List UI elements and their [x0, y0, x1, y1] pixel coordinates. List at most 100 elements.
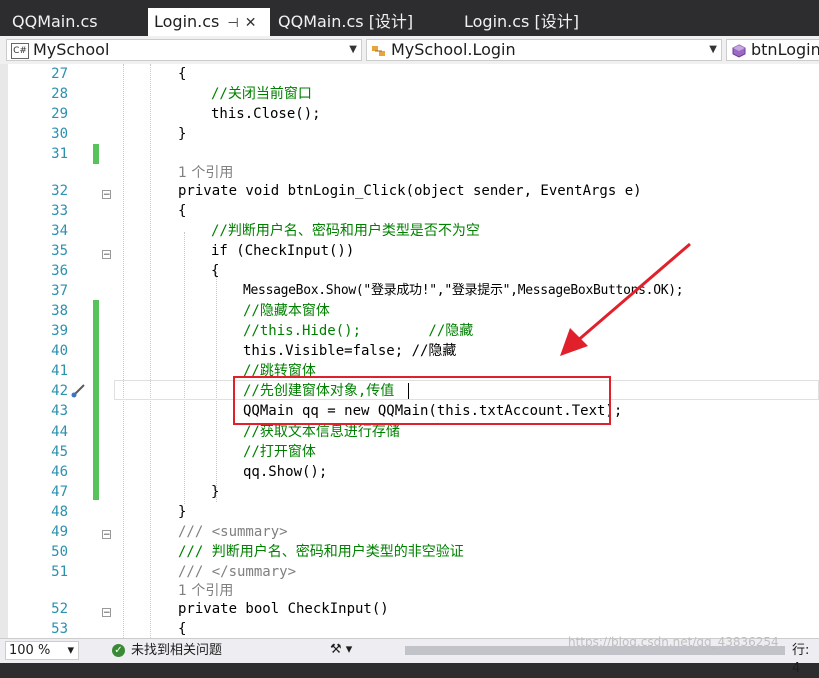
- code-line: 1 个引用: [0, 163, 819, 183]
- document-tab-bar: QQMain.cs Login.cs ⊣ ✕ QQMain.cs [设计] Logi…: [0, 0, 819, 36]
- code-text: }: [178, 504, 187, 520]
- line-number: 29: [51, 106, 68, 122]
- class-dropdown[interactable]: MySchool.Login ▼: [366, 39, 722, 61]
- code-line: 29 this.Close();: [0, 104, 819, 124]
- brush-dropdown-icon[interactable]: ⚒ ▾: [330, 642, 352, 657]
- line-number: 27: [51, 66, 68, 82]
- code-line: 47}: [0, 482, 819, 502]
- line-number: 35: [51, 243, 68, 259]
- code-line: 1 个引用: [0, 581, 819, 601]
- reference-count[interactable]: 1 个引用: [178, 581, 233, 601]
- watermark: https://blog.csdn.net/qq_43836254: [568, 635, 779, 649]
- line-number: 41: [51, 363, 68, 379]
- line-number: 36: [51, 263, 68, 279]
- code-text: private void btnLogin_Click(object sende…: [178, 183, 642, 199]
- code-line: 34 //判断用户名、密码和用户类型是否不为空: [0, 221, 819, 241]
- chevron-down-icon: ▼: [709, 44, 717, 55]
- line-number: 52: [51, 601, 68, 617]
- line-position: 行: 4: [792, 643, 810, 676]
- member-dropdown[interactable]: btnLogin_: [726, 39, 819, 61]
- tab-label: Login.cs: [154, 12, 220, 31]
- code-line: 49 /// <summary>: [0, 522, 819, 542]
- tab-label: Login.cs [设计]: [464, 12, 579, 31]
- line-number: 53: [51, 621, 68, 637]
- code-text: if (CheckInput()): [211, 243, 355, 259]
- xml-doc-comment: /// </summary>: [178, 564, 297, 580]
- zoom-dropdown[interactable]: 100 % ▾: [5, 641, 79, 660]
- line-number: 31: [51, 146, 68, 162]
- line-number: 38: [51, 303, 68, 319]
- tab-label: QQMain.cs: [12, 12, 98, 31]
- zoom-value: 100 %: [9, 643, 51, 658]
- close-icon[interactable]: ✕: [245, 15, 257, 31]
- tab-label: QQMain.cs [设计]: [278, 12, 414, 31]
- code-text: private bool CheckInput(): [178, 601, 389, 617]
- code-comment: //关闭当前窗口: [211, 86, 312, 102]
- issues-status[interactable]: 未找到相关问题: [131, 642, 222, 660]
- code-line: 48}: [0, 502, 819, 522]
- line-number: 45: [51, 444, 68, 460]
- code-line: 27 {: [0, 64, 819, 84]
- code-text: {: [178, 203, 187, 219]
- class-icon: [371, 44, 387, 58]
- xml-doc-comment: /// <summary>: [178, 524, 288, 540]
- chevron-down-icon: ▾: [67, 643, 74, 658]
- csharp-project-icon: C#: [11, 42, 29, 59]
- line-number: 28: [51, 86, 68, 102]
- line-number: 43: [51, 403, 68, 419]
- code-text: this.Visible=false; //隐藏: [243, 343, 457, 359]
- check-circle-icon: ✓: [112, 644, 125, 657]
- line-number: 48: [51, 504, 68, 520]
- line-number: 37: [51, 283, 68, 299]
- code-comment: //判断用户名、密码和用户类型是否不为空: [211, 223, 480, 239]
- code-text: {: [178, 66, 187, 82]
- line-number: 34: [51, 223, 68, 239]
- line-number: 46: [51, 464, 68, 480]
- navigation-bar: C#MySchool ▼ MySchool.Login ▼ btnLogin_: [0, 36, 819, 65]
- line-number: 42: [51, 383, 68, 399]
- code-line: 46 qq.Show();: [0, 462, 819, 482]
- code-line: 52 private bool CheckInput(): [0, 599, 819, 619]
- code-line: 31: [0, 144, 819, 164]
- line-number: 47: [51, 484, 68, 500]
- code-comment: //隐藏本窗体: [243, 303, 330, 319]
- tab-login-cs[interactable]: Login.cs ⊣ ✕: [148, 8, 270, 36]
- chevron-down-icon: ▼: [349, 44, 357, 55]
- line-number: 44: [51, 424, 68, 440]
- member-dropdown-label: btnLogin_: [751, 40, 819, 59]
- line-number: 32: [51, 183, 68, 199]
- code-editor[interactable]: − − − − 27{ 28//关闭当前窗口 29 this.Close(); 3…: [0, 64, 819, 638]
- highlight-box: [233, 376, 611, 425]
- code-line: 28 //关闭当前窗口: [0, 84, 819, 104]
- code-text: }: [211, 484, 220, 500]
- class-dropdown-label: MySchool.Login: [391, 40, 516, 59]
- code-line: 30}: [0, 124, 819, 144]
- tab-login-designer[interactable]: Login.cs [设计]: [458, 8, 624, 36]
- line-number: 49: [51, 524, 68, 540]
- project-dropdown-label: MySchool: [33, 40, 110, 59]
- code-comment: //打开窗体: [243, 444, 316, 460]
- code-line: 33 {: [0, 201, 819, 221]
- code-line: 45 //打开窗体: [0, 442, 819, 462]
- code-text: {: [178, 621, 187, 637]
- tab-qqmain-cs[interactable]: QQMain.cs: [6, 8, 146, 36]
- code-line: 44 //获取文本信息进行存储: [0, 422, 819, 442]
- pin-icon[interactable]: ⊣: [227, 16, 238, 31]
- project-dropdown[interactable]: C# MySchool ▼: [6, 39, 362, 61]
- tab-qqmain-designer[interactable]: QQMain.cs [设计]: [272, 8, 452, 36]
- line-number: 40: [51, 343, 68, 359]
- code-text: this.Close();: [211, 106, 321, 122]
- code-line: 51 /// </summary>: [0, 562, 819, 582]
- code-comment: //获取文本信息进行存储: [243, 424, 400, 440]
- line-number: 50: [51, 544, 68, 560]
- annotation-arrow: [560, 242, 691, 356]
- line-number: 30: [51, 126, 68, 142]
- method-icon: [731, 43, 747, 58]
- line-number: 51: [51, 564, 68, 580]
- line-number: 33: [51, 203, 68, 219]
- code-text: {: [211, 263, 220, 279]
- line-number: 39: [51, 323, 68, 339]
- code-text: qq.Show();: [243, 464, 328, 480]
- reference-count[interactable]: 1 个引用: [178, 163, 233, 183]
- code-comment: //this.Hide(); //隐藏: [243, 323, 474, 339]
